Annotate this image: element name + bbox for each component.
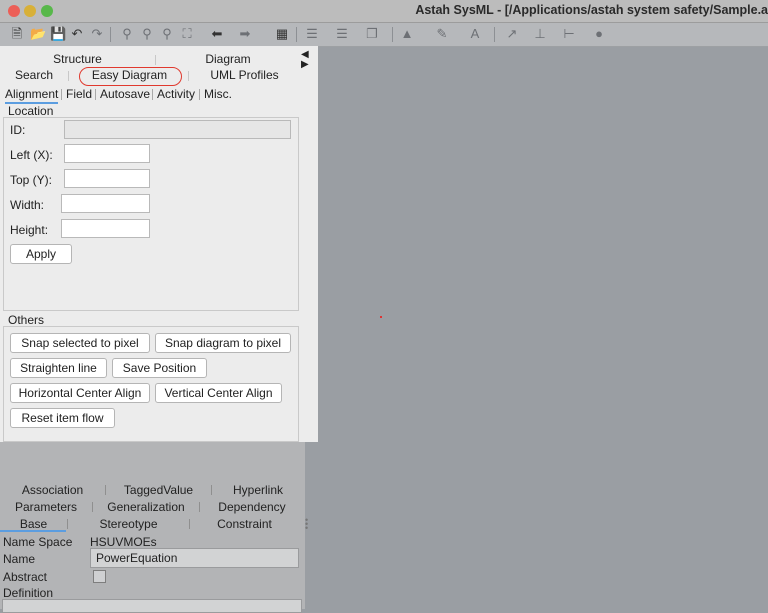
- fit-icon[interactable]: ⛶: [180, 27, 194, 41]
- subtab-field[interactable]: Field: [66, 86, 92, 102]
- height-field[interactable]: [61, 219, 150, 238]
- tab-dependency[interactable]: Dependency: [200, 499, 304, 515]
- tab-stereotype[interactable]: Stereotype: [68, 516, 189, 532]
- subtab-alignment[interactable]: Alignment: [5, 86, 59, 104]
- subtab-activity[interactable]: Activity: [157, 86, 195, 102]
- tab-tagged-value[interactable]: TaggedValue: [106, 482, 211, 498]
- open-folder-icon[interactable]: 📂: [30, 27, 46, 41]
- namespace-label: Name Space: [3, 535, 73, 549]
- snap-diagram-button[interactable]: Snap diagram to pixel: [155, 333, 291, 353]
- reset-item-flow-button[interactable]: Reset item flow: [10, 408, 115, 428]
- save-icon[interactable]: 💾: [50, 27, 66, 41]
- tab-row-1: Structure Diagram: [0, 51, 300, 68]
- id-field: [64, 120, 291, 139]
- layer-icon[interactable]: ❐: [365, 27, 379, 41]
- width-label: Width:: [10, 198, 45, 212]
- width-field[interactable]: [61, 194, 150, 213]
- tab-search[interactable]: Search: [0, 67, 68, 84]
- arrange-icon[interactable]: ☰: [335, 27, 349, 41]
- main-toolbar: 🗎 📂 💾 ↶ ↷ ⚲ ⚲ ⚲ ⛶ ⬅ ➡ ▦ ☰ ☰ ❐ ▲ ✎ A ↗ ⊥ …: [0, 23, 768, 47]
- back-icon[interactable]: ⬅: [210, 27, 224, 41]
- forward-icon[interactable]: ➡: [238, 27, 252, 41]
- redo-icon[interactable]: ↷: [90, 27, 104, 41]
- tab-hyperlink[interactable]: Hyperlink: [212, 482, 304, 498]
- title-bar: Astah SysML - [/Applications/astah syste…: [0, 0, 768, 23]
- new-file-icon[interactable]: 🗎: [10, 27, 24, 41]
- location-group-title: Location: [8, 104, 54, 118]
- location-group: [3, 117, 299, 311]
- tab-diagram[interactable]: Diagram: [156, 51, 300, 68]
- horizontal-center-align-button[interactable]: Horizontal Center Align: [10, 383, 150, 403]
- zoom-window-button[interactable]: [41, 5, 53, 17]
- left-x-label: Left (X):: [10, 148, 53, 162]
- close-window-button[interactable]: [8, 5, 20, 17]
- tab-generalization[interactable]: Generalization: [93, 499, 199, 515]
- definition-field[interactable]: [2, 599, 302, 613]
- highlight-ring: [79, 67, 182, 86]
- undo-icon[interactable]: ↶: [70, 27, 84, 41]
- straighten-line-button[interactable]: Straighten line: [10, 358, 107, 378]
- tab-structure[interactable]: Structure: [0, 51, 155, 68]
- tree-icon[interactable]: ⊥: [533, 27, 547, 41]
- color-icon[interactable]: ●: [592, 27, 606, 41]
- name-field[interactable]: PowerEquation: [90, 548, 299, 568]
- grid-icon[interactable]: ▦: [275, 27, 289, 41]
- id-label: ID:: [10, 123, 26, 137]
- collapse-panel-icon[interactable]: ◀ ▶: [301, 50, 309, 70]
- zoom-icon[interactable]: ⚲: [120, 27, 134, 41]
- others-group-title: Others: [8, 313, 45, 327]
- tab-constraint[interactable]: Constraint: [190, 516, 299, 532]
- minimize-window-button[interactable]: [24, 5, 36, 17]
- height-label: Height:: [10, 223, 49, 237]
- zoom-out-icon[interactable]: ⚲: [160, 27, 174, 41]
- top-y-field[interactable]: [64, 169, 150, 188]
- tab-parameters[interactable]: Parameters: [0, 499, 92, 515]
- abstract-label: Abstract: [3, 570, 48, 584]
- apply-button[interactable]: Apply: [10, 244, 72, 264]
- top-y-label: Top (Y):: [10, 173, 53, 187]
- namespace-value: HSUVMOEs: [90, 535, 157, 549]
- abstract-checkbox[interactable]: [93, 570, 106, 583]
- canvas-marker: [380, 316, 382, 318]
- line-icon[interactable]: ↗: [505, 27, 519, 41]
- vertical-center-align-button[interactable]: Vertical Center Align: [155, 383, 282, 403]
- definition-label: Definition: [3, 586, 54, 600]
- left-x-field[interactable]: [64, 144, 150, 163]
- tab-uml-profiles[interactable]: UML Profiles: [189, 67, 300, 84]
- easy-diagram-panel: ◀ ▶ Structure Diagram Search Easy Diagram…: [0, 46, 318, 442]
- active-tab-underline: [0, 530, 66, 532]
- pen-icon[interactable]: ✎: [435, 27, 449, 41]
- align-icon[interactable]: ☰: [305, 27, 319, 41]
- zoom-in-icon[interactable]: ⚲: [140, 27, 154, 41]
- subtab-misc[interactable]: Misc.: [204, 86, 232, 102]
- name-label: Name: [3, 552, 36, 566]
- font-icon[interactable]: A: [468, 27, 482, 41]
- window-title: Astah SysML - [/Applications/astah syste…: [415, 3, 768, 17]
- tab-association[interactable]: Association: [0, 482, 105, 498]
- route-icon[interactable]: ⊢: [562, 27, 576, 41]
- snap-selected-button[interactable]: Snap selected to pixel: [10, 333, 150, 353]
- subtab-autosave[interactable]: Autosave: [100, 86, 150, 102]
- fill-icon[interactable]: ▲: [400, 27, 414, 41]
- save-position-button[interactable]: Save Position: [112, 358, 207, 378]
